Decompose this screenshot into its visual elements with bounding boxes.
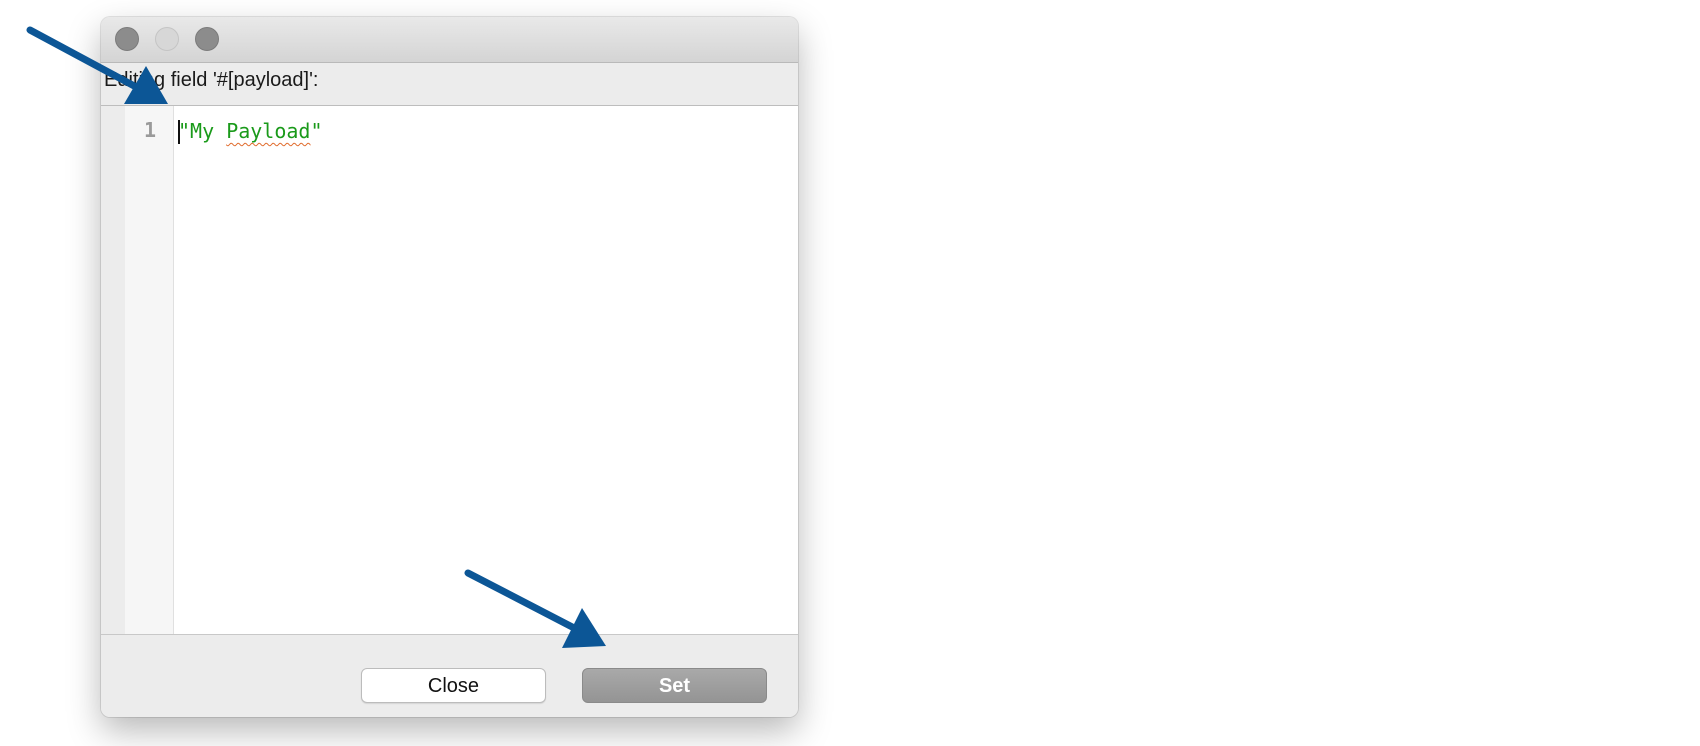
close-button[interactable]: Close bbox=[361, 668, 546, 703]
text-cursor bbox=[178, 119, 180, 144]
edit-field-dialog: Editing field '#[payload]': 1 " My Payloa… bbox=[101, 17, 798, 717]
window-close-dot-icon[interactable] bbox=[115, 27, 139, 51]
code-close-quote: " bbox=[310, 119, 323, 143]
line-number: 1 bbox=[143, 118, 156, 142]
code-word-payload: Payload bbox=[226, 119, 311, 143]
editor-left-strip bbox=[101, 106, 125, 634]
window-titlebar bbox=[101, 17, 798, 63]
code-editor[interactable]: 1 "My Payload" bbox=[101, 105, 798, 635]
code-word-my: My bbox=[190, 119, 215, 143]
set-button[interactable]: Set bbox=[582, 668, 767, 703]
window-minimize-dot-icon[interactable] bbox=[155, 27, 179, 51]
dialog-footer: Close Set bbox=[101, 635, 798, 717]
field-label: Editing field '#[payload]': bbox=[104, 69, 319, 91]
window-zoom-dot-icon[interactable] bbox=[195, 27, 219, 51]
page: Editing field '#[payload]': 1 " My Payloa… bbox=[0, 0, 1700, 746]
code-line[interactable]: "My Payload" bbox=[178, 118, 323, 145]
line-number-gutter: 1 bbox=[125, 106, 174, 634]
